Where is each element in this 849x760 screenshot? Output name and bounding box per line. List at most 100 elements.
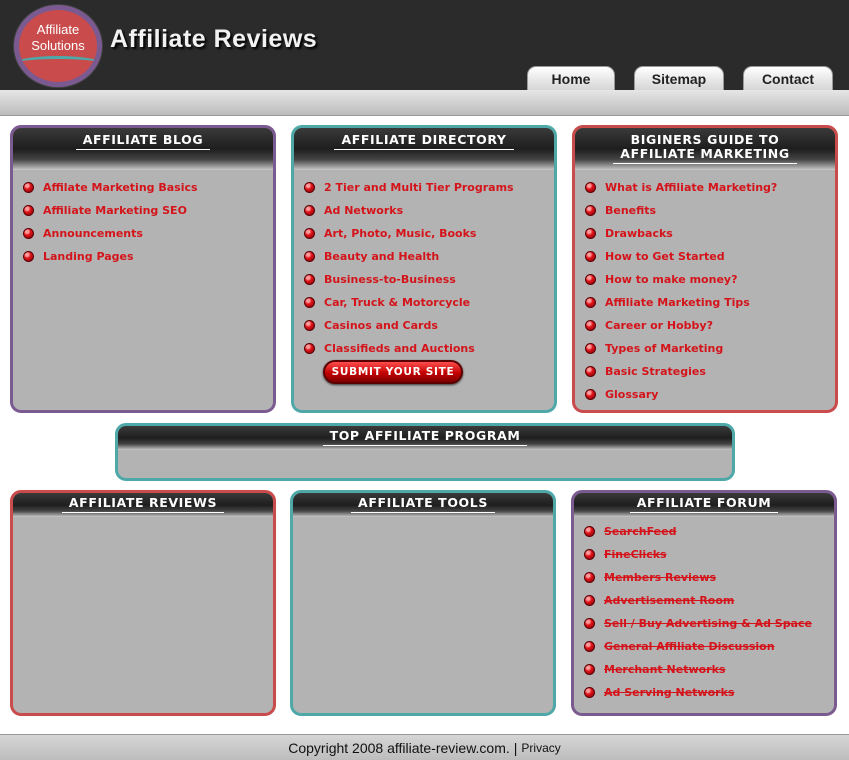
red-bullet-icon [304, 297, 315, 308]
list-item-link[interactable]: SearchFeed [604, 525, 676, 538]
list-item[interactable]: General Affiliate Discussion [584, 635, 834, 658]
list-item-link[interactable]: Affilate Marketing Basics [43, 181, 198, 194]
list-item-link[interactable]: What is Affiliate Marketing? [605, 181, 777, 194]
list-item[interactable]: Business-to-Business [304, 268, 554, 291]
list-item-link[interactable]: Car, Truck & Motorcycle [324, 296, 470, 309]
list-item[interactable]: Beauty and Health [304, 245, 554, 268]
list-item-link[interactable]: Advertisement Room [604, 594, 734, 607]
logo-swoosh [19, 56, 97, 72]
red-bullet-icon [585, 320, 596, 331]
red-bullet-icon [584, 664, 595, 675]
red-bullet-icon [304, 182, 315, 193]
panel-affiliate-blog: AFFILIATE BLOG Affilate Marketing Basics… [10, 125, 276, 413]
panel-header: TOP AFFILIATE PROGRAM [118, 426, 732, 450]
red-bullet-icon [585, 228, 596, 239]
red-bullet-icon [304, 205, 315, 216]
list-item-link[interactable]: Drawbacks [605, 227, 673, 240]
list-item[interactable]: Affiliate Marketing SEO [23, 199, 273, 222]
list-item[interactable]: What is Affiliate Marketing? [585, 176, 835, 199]
list-item[interactable]: How to Get Started [585, 245, 835, 268]
list-item-link[interactable]: Art, Photo, Music, Books [324, 227, 476, 240]
red-bullet-icon [23, 251, 34, 262]
list-item-link[interactable]: Career or Hobby? [605, 319, 713, 332]
list-item[interactable]: FineClicks [584, 543, 834, 566]
list-item[interactable]: Glossary [585, 383, 835, 406]
list-item-link[interactable]: Merchant Networks [604, 663, 725, 676]
list-item[interactable]: Career or Hobby? [585, 314, 835, 337]
directory-link-list: 2 Tier and Multi Tier Programs Ad Network… [294, 170, 554, 360]
list-item[interactable]: Advertisement Room [584, 589, 834, 612]
copyright-text: Copyright 2008 affiliate-review.com. [288, 739, 510, 756]
list-item-link[interactable]: Types of Marketing [605, 342, 723, 355]
list-item[interactable]: Affilate Marketing Basics [23, 176, 273, 199]
list-item[interactable]: Casinos and Cards [304, 314, 554, 337]
list-item-link[interactable]: Ad Networks [324, 204, 403, 217]
red-bullet-icon [585, 366, 596, 377]
list-item[interactable]: Ad Networks [304, 199, 554, 222]
nav-sitemap-button[interactable]: Sitemap [634, 66, 724, 90]
panel-header: BIGINERS GUIDE TO AFFILIATE MARKETING [575, 128, 835, 170]
panel-header: AFFILIATE TOOLS [293, 493, 553, 517]
list-item-link[interactable]: Basic Strategies [605, 365, 706, 378]
red-bullet-icon [23, 228, 34, 239]
list-item-link[interactable]: Ad Serving Networks [604, 686, 734, 699]
list-item-link[interactable]: Glossary [605, 388, 658, 401]
logo-line-1: Affiliate [36, 22, 80, 37]
list-item[interactable]: Sell / Buy Advertising & Ad Space [584, 612, 834, 635]
list-item-link[interactable]: Affiliate Marketing Tips [605, 296, 750, 309]
list-item[interactable]: Merchant Networks [584, 658, 834, 681]
list-item-link[interactable]: Announcements [43, 227, 143, 240]
list-item[interactable]: Classifieds and Auctions [304, 337, 554, 360]
list-item-link[interactable]: Beauty and Health [324, 250, 439, 263]
list-item-link[interactable]: Landing Pages [43, 250, 134, 263]
list-item-link[interactable]: General Affiliate Discussion [604, 640, 775, 653]
nav-home-button[interactable]: Home [527, 66, 615, 90]
panel-header: AFFILIATE BLOG [13, 128, 273, 170]
list-item[interactable]: Announcements [23, 222, 273, 245]
list-item[interactable]: Benefits [585, 199, 835, 222]
list-item-link[interactable]: Classifieds and Auctions [324, 342, 475, 355]
logo-line-2: Solutions [31, 38, 85, 53]
list-item[interactable]: Basic Strategies [585, 360, 835, 383]
list-item-link[interactable]: FineClicks [604, 548, 667, 561]
list-item-link[interactable]: How to make money? [605, 273, 737, 286]
list-item[interactable]: Types of Marketing [585, 337, 835, 360]
list-item[interactable]: Drawbacks [585, 222, 835, 245]
list-item-link[interactable]: How to Get Started [605, 250, 725, 263]
list-item[interactable]: Landing Pages [23, 245, 273, 268]
guide-link-list: What is Affiliate Marketing? Benefits Draw… [575, 170, 835, 406]
list-item[interactable]: Ad Serving Networks [584, 681, 834, 704]
red-bullet-icon [585, 205, 596, 216]
footer-separator: | [513, 739, 518, 756]
list-item-link[interactable]: Affiliate Marketing SEO [43, 204, 187, 217]
panel-title: BIGINERS GUIDE TO AFFILIATE MARKETING [613, 133, 797, 164]
submit-your-site-button[interactable]: SUBMIT YOUR SITE [323, 360, 463, 384]
red-bullet-icon [304, 320, 315, 331]
list-item-link[interactable]: Benefits [605, 204, 656, 217]
nav-contact-button[interactable]: Contact [743, 66, 833, 90]
list-item[interactable]: How to make money? [585, 268, 835, 291]
forum-link-list: SearchFeed FineClicks Members Reviews Adver… [574, 517, 834, 704]
sub-header-bar [0, 90, 849, 116]
list-item-link[interactable]: Casinos and Cards [324, 319, 438, 332]
list-item-link[interactable]: Business-to-Business [324, 273, 456, 286]
list-item-link[interactable]: Members Reviews [604, 571, 716, 584]
privacy-link[interactable]: Privacy [521, 741, 560, 755]
list-item[interactable]: SearchFeed [584, 520, 834, 543]
list-item[interactable]: Affiliate Marketing Tips [585, 291, 835, 314]
blog-link-list: Affilate Marketing Basics Affiliate Marke… [13, 170, 273, 268]
list-item[interactable]: 2 Tier and Multi Tier Programs [304, 176, 554, 199]
red-bullet-icon [584, 549, 595, 560]
panel-title: AFFILIATE TOOLS [351, 496, 495, 513]
list-item[interactable]: Members Reviews [584, 566, 834, 589]
panel-title: TOP AFFILIATE PROGRAM [322, 429, 528, 446]
list-item[interactable]: Car, Truck & Motorcycle [304, 291, 554, 314]
red-bullet-icon [585, 274, 596, 285]
red-bullet-icon [585, 343, 596, 354]
logo[interactable]: Affiliate Solutions [14, 5, 102, 87]
red-bullet-icon [23, 182, 34, 193]
list-item-link[interactable]: Sell / Buy Advertising & Ad Space [604, 617, 812, 630]
red-bullet-icon [584, 641, 595, 652]
list-item-link[interactable]: 2 Tier and Multi Tier Programs [324, 181, 514, 194]
list-item[interactable]: Art, Photo, Music, Books [304, 222, 554, 245]
